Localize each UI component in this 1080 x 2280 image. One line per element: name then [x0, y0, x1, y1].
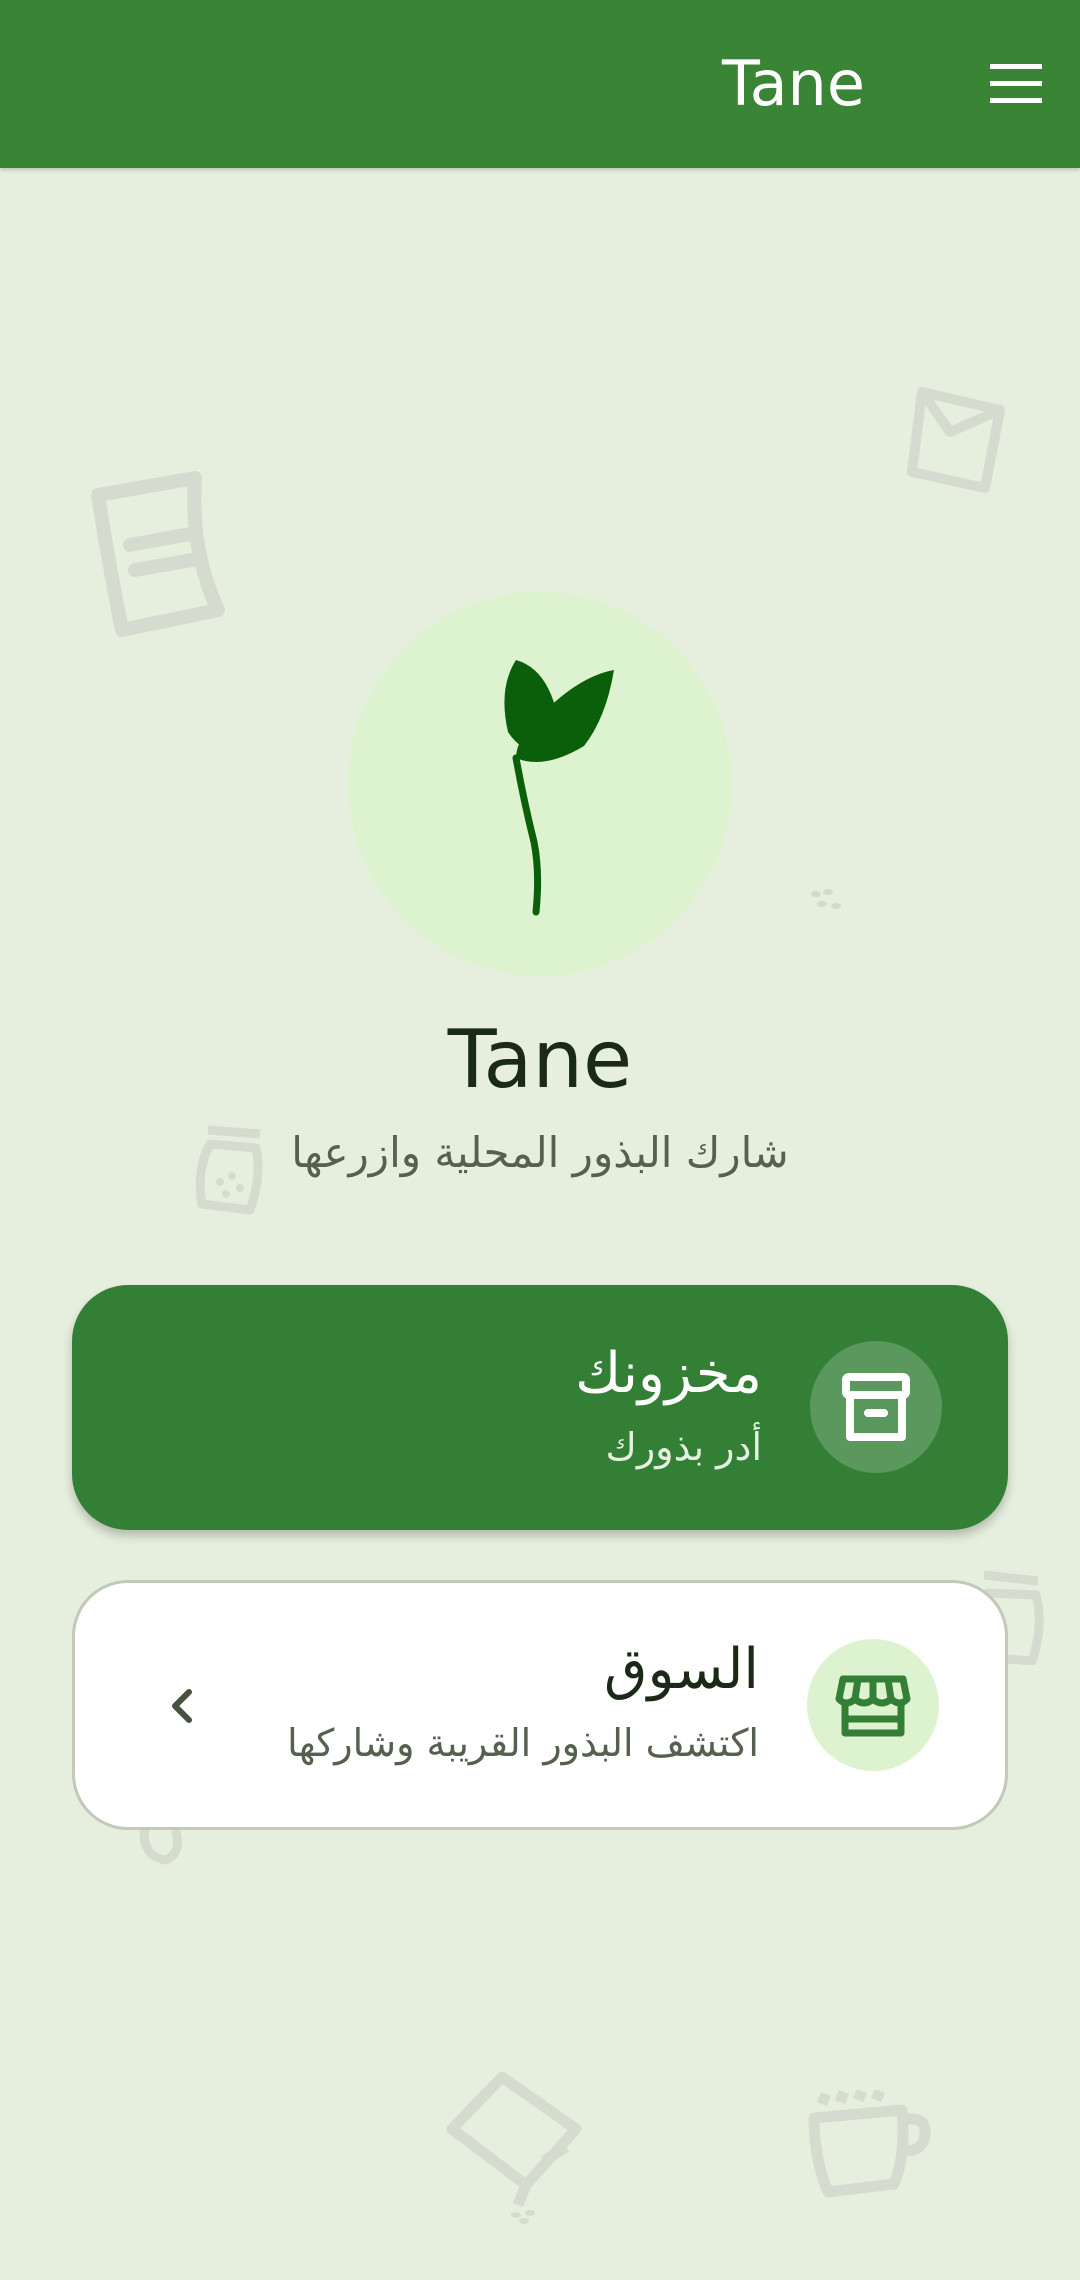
hero-icon-circle — [348, 592, 732, 976]
hero-subtitle: شارك البذور المحلية وازرعها — [291, 1128, 789, 1177]
market-card[interactable]: السوق اكتشف البذور القريبة وشاركها — [72, 1580, 1008, 1830]
storefront-icon — [835, 1675, 911, 1737]
menu-button[interactable] — [982, 50, 1050, 118]
archive-icon — [842, 1373, 910, 1441]
app-bar: Tane — [0, 0, 1080, 168]
seed-packet-icon — [907, 387, 1005, 493]
inventory-icon-circle — [810, 1341, 942, 1473]
inventory-subtitle: أدر بذورك — [605, 1425, 762, 1469]
watering-can-icon — [808, 2090, 931, 2198]
market-subtitle: اكتشف البذور القريبة وشاركها — [287, 1721, 759, 1765]
seeds-icon — [811, 889, 841, 909]
seed-bag-icon — [91, 471, 225, 637]
market-title: السوق — [604, 1637, 759, 1702]
sprout-icon — [504, 660, 614, 916]
chevron-left-icon — [155, 1678, 211, 1734]
market-icon-circle — [807, 1639, 939, 1771]
app-title: Tane — [721, 47, 865, 120]
inventory-card[interactable]: مخزونك أدر بذورك — [72, 1285, 1008, 1530]
inventory-title: مخزونك — [575, 1341, 762, 1406]
shovel-icon — [446, 2071, 582, 2224]
hero-title: Tane — [447, 1013, 633, 1106]
menu-icon — [990, 64, 1042, 103]
